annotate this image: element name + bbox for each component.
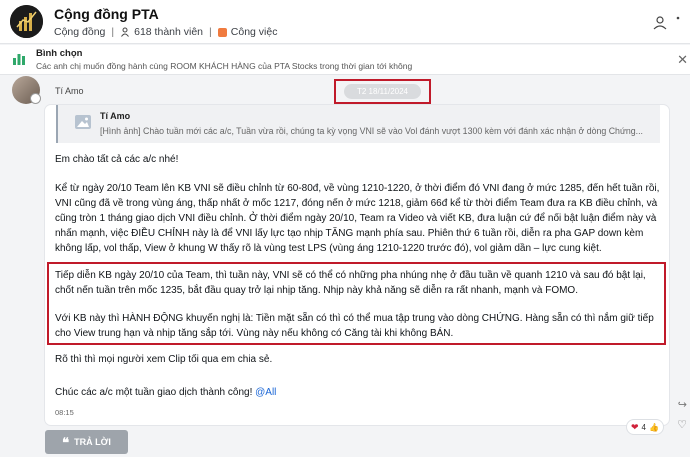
quote-icon: ❝ xyxy=(62,434,70,450)
share-icon[interactable]: ↪ xyxy=(678,398,687,411)
reaction-summary[interactable]: ❤ 4 👍 xyxy=(626,419,664,435)
group-meta: Cộng đồng | 618 thành viên | Công việc xyxy=(54,26,277,38)
members-icon xyxy=(120,27,130,37)
separator-dot: | xyxy=(111,26,115,38)
sender-name[interactable]: Tí Amo xyxy=(55,86,84,96)
like-icon[interactable]: 👍 xyxy=(649,423,659,432)
close-icon[interactable]: ✕ xyxy=(677,52,688,68)
add-member-icon xyxy=(653,16,667,30)
quote-text: [Hình ảnh] Chào tuần mới các a/c, Tuần v… xyxy=(100,126,643,136)
reply-button[interactable]: ❝ TRẢ LỜI xyxy=(45,430,128,454)
quoted-message[interactable]: Tí Amo [Hình ảnh] Chào tuần mới các a/c,… xyxy=(56,105,660,143)
group-title: Cộng đồng PTA xyxy=(54,6,159,22)
heart-icon: ❤ xyxy=(631,421,639,432)
poll-title: Bình chọn xyxy=(36,48,83,59)
quote-sender: Tí Amo xyxy=(100,111,131,121)
group-type: Cộng đồng xyxy=(54,26,106,38)
avatar-badge xyxy=(30,93,41,104)
header-actions xyxy=(650,14,690,34)
image-icon xyxy=(74,113,92,131)
react-icon[interactable]: ♡ xyxy=(677,418,687,431)
separator-dot: | xyxy=(209,26,212,38)
member-count[interactable]: 618 thành viên xyxy=(134,26,203,38)
message-paragraph: Chúc các a/c một tuần giao dịch thành cô… xyxy=(55,385,655,400)
poll-banner[interactable]: Bình chọn Các anh chị muốn đồng hành cùn… xyxy=(0,45,690,75)
more-icon xyxy=(676,16,680,20)
poll-icon xyxy=(12,52,26,71)
message-time: 08:15 xyxy=(55,408,74,417)
mention-all-link[interactable]: @All xyxy=(255,387,276,398)
poll-description: Các anh chị muốn đồng hành cùng ROOM KHÁ… xyxy=(36,61,413,71)
message-paragraph: Kể từ ngày 20/10 Team lên KB VNI sẽ điều… xyxy=(55,183,660,254)
group-header: Cộng đồng PTA Cộng đồng | 618 thành viên… xyxy=(0,0,690,44)
closing-text: Chúc các a/c một tuần giao dịch thành cô… xyxy=(55,387,253,398)
tag-icon xyxy=(217,27,227,37)
message-paragraph: Em chào tất cả các a/c nhé! xyxy=(55,154,179,165)
date-separator: T2 18/11/2024 xyxy=(343,84,421,99)
reaction-count: 4 xyxy=(641,422,646,432)
date-highlight-box: T2 18/11/2024 xyxy=(334,79,431,104)
message-paragraph: Rõ thì thì mọi người xem Clip tối qua em… xyxy=(55,354,273,365)
message-paragraph: Tiếp diễn KB ngày 20/10 của Team, thì tu… xyxy=(55,270,646,296)
reply-label: TRẢ LỜI xyxy=(74,437,111,447)
message-paragraph: Với KB này thì HÀNH ĐỘNG khuyến nghị là:… xyxy=(55,313,654,339)
group-avatar[interactable] xyxy=(10,5,43,38)
group-tag[interactable]: Công việc xyxy=(231,26,278,38)
